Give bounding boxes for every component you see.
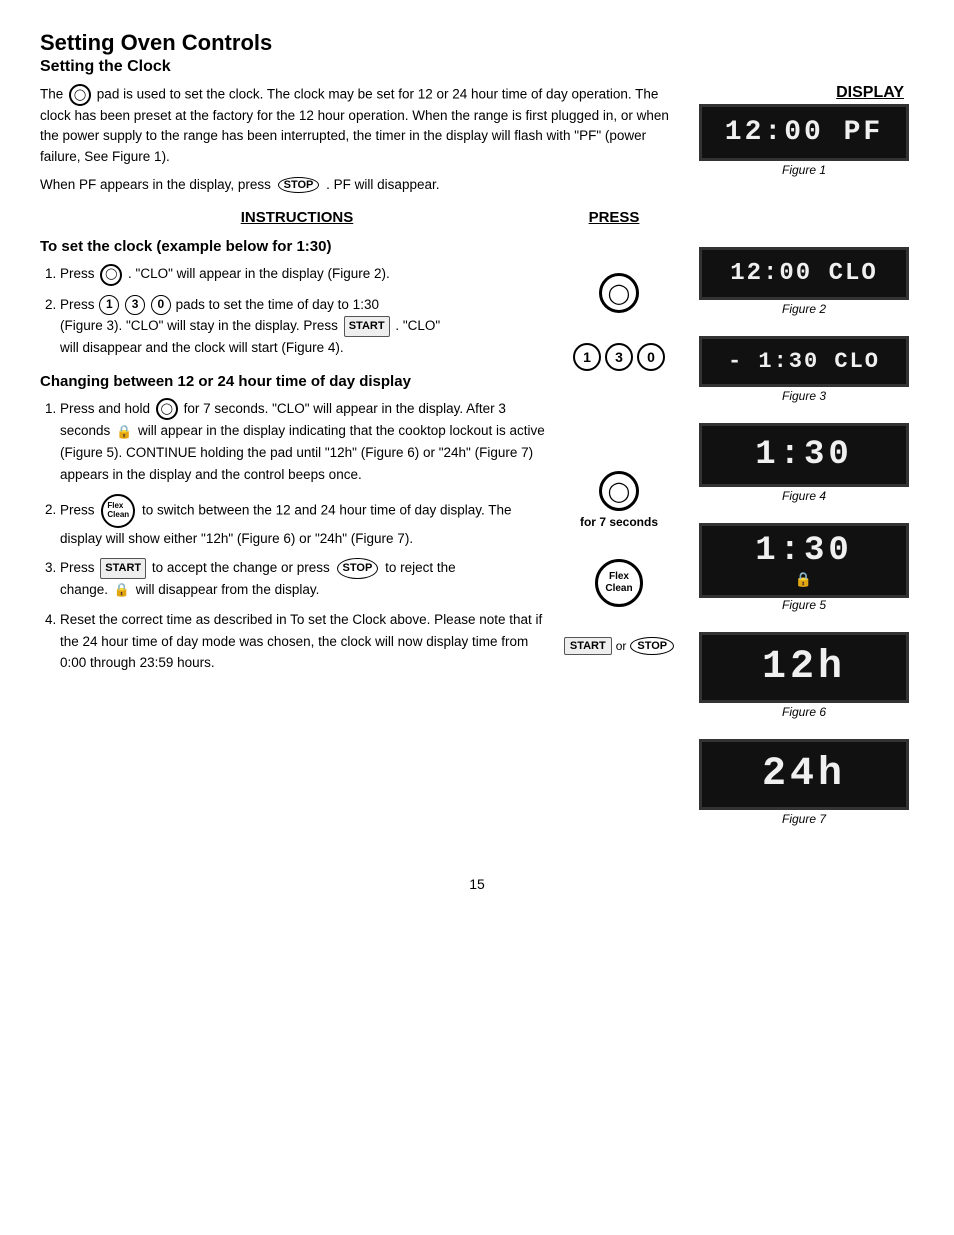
or-label: or bbox=[616, 639, 627, 653]
press-3: 3 bbox=[605, 343, 633, 371]
clock-pad-step1: ◯ bbox=[100, 264, 122, 286]
figure-5-wrapper: 1:30 🔒 Figure 5 bbox=[694, 523, 914, 622]
pf-line: When PF appears in the display, press ST… bbox=[40, 177, 674, 193]
clock-pad-icon: ◯ bbox=[69, 84, 91, 106]
subsection2-title: Changing between 12 or 24 hour time of d… bbox=[40, 373, 554, 390]
step-2-2: Press FlexClean to switch between the 12… bbox=[60, 494, 554, 550]
press-flex-clean: FlexClean bbox=[595, 559, 643, 607]
figure-1-label: Figure 1 bbox=[782, 163, 826, 177]
step-2-3: Press START to accept the change or pres… bbox=[60, 557, 554, 601]
figure-6-wrapper: 12h Figure 6 bbox=[694, 632, 914, 729]
figure-2-wrapper: 12:00 CLO Figure 2 bbox=[694, 247, 914, 326]
stop-pad-inline: STOP bbox=[278, 177, 320, 193]
left-column: The ◯ pad is used to set the clock. The … bbox=[40, 84, 674, 836]
press-indicator-1: ◯ bbox=[599, 273, 639, 313]
press-clock-large: ◯ bbox=[599, 273, 639, 313]
clock-pad-step2: ◯ bbox=[156, 398, 178, 420]
press-indicator-5: START or STOP bbox=[564, 637, 674, 655]
figure-4-label: Figure 4 bbox=[782, 489, 826, 503]
figure-6-display: 12h bbox=[699, 632, 909, 703]
page-number: 15 bbox=[40, 876, 914, 892]
column-headers: INSTRUCTIONS PRESS bbox=[40, 209, 674, 226]
lock-icon-inline2: 🔒 bbox=[114, 580, 130, 601]
display-heading: DISPLAY bbox=[836, 84, 904, 101]
step-2-1: Press and hold ◯ for 7 seconds. "CLO" wi… bbox=[60, 398, 554, 485]
press-column: ◯ 1 3 0 ◯ for 7 seconds FlexClean bbox=[564, 263, 674, 682]
stop-pad-step2: STOP bbox=[337, 558, 379, 580]
press-1: 1 bbox=[573, 343, 601, 371]
figure-7-wrapper: 24h Figure 7 bbox=[694, 739, 914, 836]
page-title: Setting Oven Controls bbox=[40, 30, 914, 56]
figure-1-wrapper: DISPLAY 12:00 PF Figure 1 bbox=[694, 84, 914, 187]
press-start-btn: START bbox=[564, 637, 612, 655]
press-indicator-3: ◯ for 7 seconds bbox=[580, 471, 658, 529]
figure-1-display: 12:00 PF bbox=[699, 104, 909, 161]
figure-5-display: 1:30 🔒 bbox=[699, 523, 909, 598]
figure-3-display: - 1:30 CLO bbox=[699, 336, 909, 387]
lock-icon-inline: 🔒 bbox=[116, 422, 132, 443]
press-stop-btn: STOP bbox=[630, 637, 674, 655]
instructions-heading: INSTRUCTIONS bbox=[241, 209, 354, 226]
subsection1-title: To set the clock (example below for 1:30… bbox=[40, 238, 674, 255]
press-clock-large2: ◯ bbox=[599, 471, 639, 511]
figure-4-display: 1:30 bbox=[699, 423, 909, 487]
figure-6-label: Figure 6 bbox=[782, 705, 826, 719]
section-title: Setting the Clock bbox=[40, 58, 914, 76]
step-1-2: Press 1 3 0 pads to set the time of day … bbox=[60, 294, 554, 359]
step-2-4: Reset the correct time as described in T… bbox=[60, 609, 554, 674]
for-seconds-label: for 7 seconds bbox=[580, 515, 658, 529]
section1-steps-text: Press ◯ . "CLO" will appear in the displ… bbox=[40, 263, 554, 682]
figure-5-sub: 🔒 bbox=[795, 572, 813, 589]
press-heading: PRESS bbox=[589, 209, 640, 226]
figure-2-display: 12:00 CLO bbox=[699, 247, 909, 300]
pad-3: 3 bbox=[125, 295, 145, 315]
figure-7-display: 24h bbox=[699, 739, 909, 810]
figure-7-label: Figure 7 bbox=[782, 812, 826, 826]
step-1-1: Press ◯ . "CLO" will appear in the displ… bbox=[60, 263, 554, 285]
start-pad-step1: START bbox=[344, 316, 390, 338]
section1-steps: Press ◯ . "CLO" will appear in the displ… bbox=[40, 263, 674, 682]
figure-5-label: Figure 5 bbox=[782, 598, 826, 612]
figure-3-wrapper: - 1:30 CLO Figure 3 bbox=[694, 336, 914, 413]
pad-0: 0 bbox=[151, 295, 171, 315]
start-pad-step2: START bbox=[100, 558, 146, 580]
figure-2-label: Figure 2 bbox=[782, 302, 826, 316]
figure-3-label: Figure 3 bbox=[782, 389, 826, 403]
press-indicator-4: FlexClean bbox=[595, 559, 643, 607]
pad-1: 1 bbox=[99, 295, 119, 315]
press-indicator-2: 1 3 0 bbox=[573, 343, 665, 371]
right-column: DISPLAY 12:00 PF Figure 1 12:00 CLO Figu… bbox=[694, 84, 914, 836]
figure-4-wrapper: 1:30 Figure 4 bbox=[694, 423, 914, 513]
intro-paragraph: The ◯ pad is used to set the clock. The … bbox=[40, 84, 674, 167]
flex-clean-pad-step2: FlexClean bbox=[101, 494, 135, 528]
press-0: 0 bbox=[637, 343, 665, 371]
